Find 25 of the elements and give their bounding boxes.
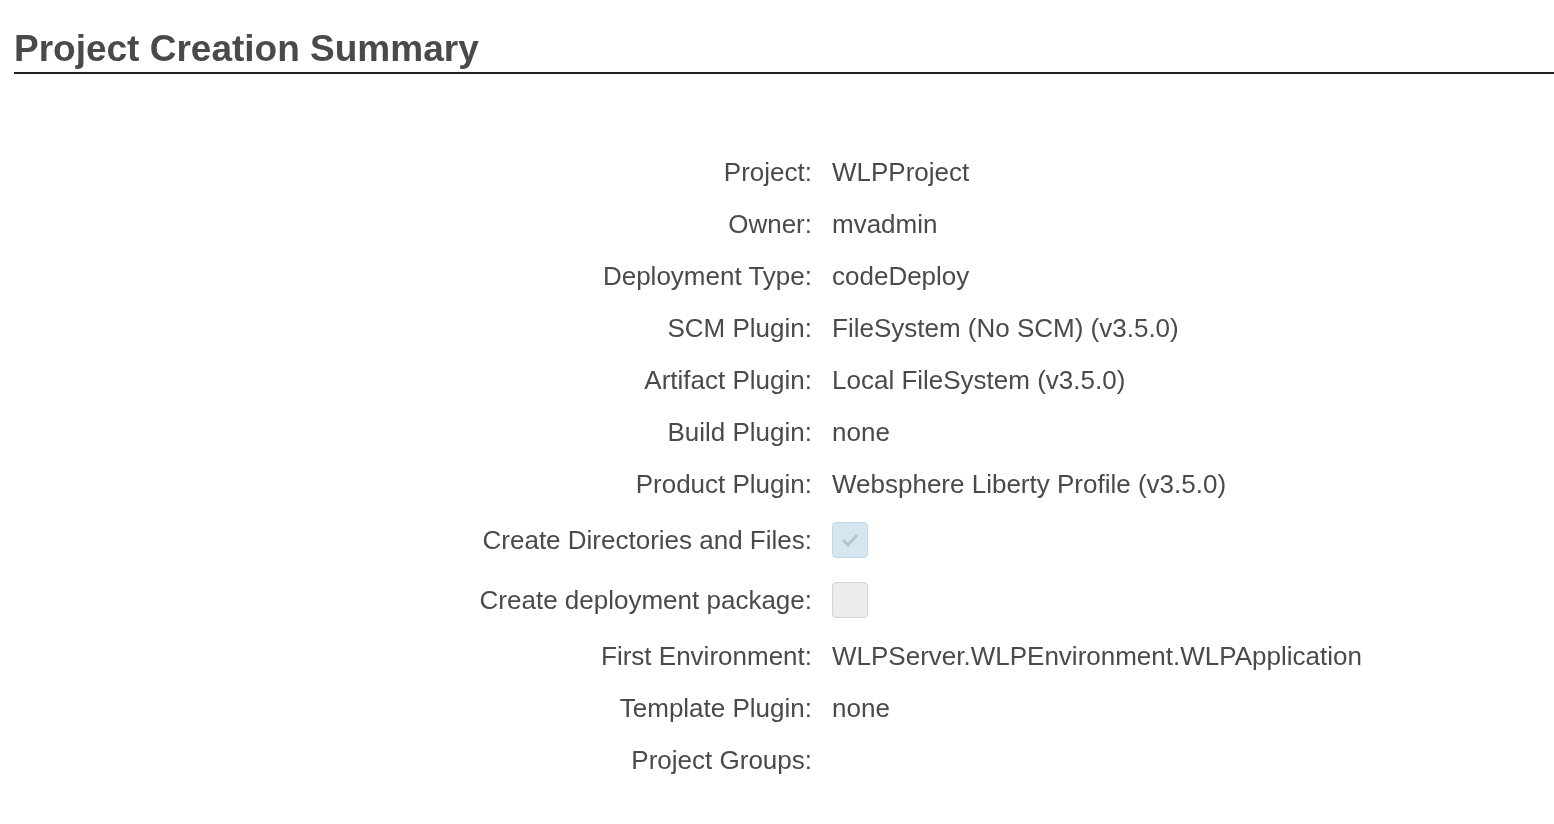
field-label: Project Groups: xyxy=(631,743,812,777)
field-label: SCM Plugin: xyxy=(667,311,812,345)
field-label: Build Plugin: xyxy=(667,415,812,449)
field-value: Websphere Liberty Profile (v3.5.0) xyxy=(832,467,1227,501)
field-label: Owner: xyxy=(728,207,812,241)
page-title: Project Creation Summary xyxy=(14,27,479,71)
field-value: FileSystem (No SCM) (v3.5.0) xyxy=(832,311,1179,345)
field-label: Template Plugin: xyxy=(619,691,812,725)
checkbox[interactable] xyxy=(832,522,868,558)
field-label: Product Plugin: xyxy=(635,467,812,501)
checkbox[interactable] xyxy=(832,582,868,618)
field-value: WLPServer.WLPEnvironment.WLPApplication xyxy=(832,639,1362,673)
field-label: Project: xyxy=(723,155,812,189)
field-value: Local FileSystem (v3.5.0) xyxy=(832,363,1126,397)
field-value: WLPProject xyxy=(832,155,970,189)
field-label: Artifact Plugin: xyxy=(644,363,812,397)
field-value: none xyxy=(832,691,890,725)
field-label: First Environment: xyxy=(601,639,812,673)
field-value: none xyxy=(832,415,890,449)
field-value: mvadmin xyxy=(832,207,938,241)
field-label: Create Directories and Files: xyxy=(482,523,812,557)
field-label: Create deployment package: xyxy=(479,583,812,617)
checkmark-icon xyxy=(840,532,860,548)
field-label: Deployment Type: xyxy=(602,259,812,293)
field-value: codeDeploy xyxy=(832,259,970,293)
